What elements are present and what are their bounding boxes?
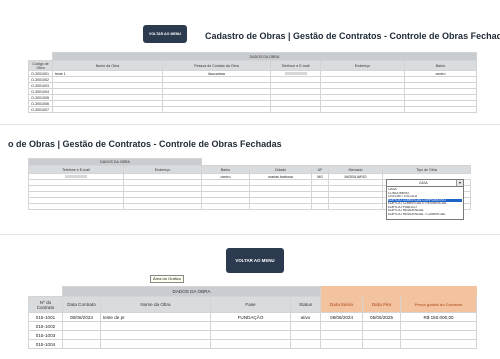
table-row[interactable]: O-3001007	[28, 106, 477, 113]
section-header: DADOS DA OBRA	[52, 52, 477, 61]
col-telefone: Telefone e E-mail	[28, 165, 124, 174]
cell[interactable]: 015-1002	[28, 321, 63, 331]
col-cidade: Cidade	[249, 165, 313, 174]
col-fase: Fase	[210, 296, 291, 313]
column-headers: Telefone e E-mail Endereço Bairro Cidade…	[28, 165, 472, 174]
col-codigo: Código de Obra	[28, 60, 53, 71]
section-header: DADOS DA OBRA	[61, 286, 322, 297]
table-row[interactable]: 015-1001 08/08/2024 teste de pr FUNDAÇÃO…	[28, 312, 478, 322]
back-to-menu-button[interactable]: VOLTAR AO MENU	[143, 25, 187, 43]
panel-1: VOLTAR AO MENU Cadastro de Obras | Gestã…	[0, 0, 500, 113]
cell[interactable]: 08/08/2024	[320, 312, 364, 322]
cell[interactable]: teste de pr	[100, 312, 211, 322]
table-row[interactable]: 015-1002	[28, 321, 478, 331]
col-data-contrato: Data Contrato	[62, 296, 101, 313]
cell[interactable]: 015-1003	[28, 330, 63, 340]
column-headers: Código de Obra Nome da Obra Pessoa de Co…	[28, 60, 477, 71]
col-telefone: Telefone e E-mail	[270, 60, 321, 71]
contratos-table: DADOS DA OBRA Nº do Contrato Data Contra…	[28, 286, 478, 349]
cell[interactable]: 015-1001	[28, 312, 63, 322]
dropdown-list[interactable]: CASA CONDOMINIO CRECHE / ESCOLA EDIFICIO…	[386, 187, 464, 220]
table-row[interactable]: 015-1003	[28, 330, 478, 340]
col-uf: UF	[311, 165, 330, 174]
cell[interactable]: FUNDAÇÃO	[210, 312, 291, 322]
col-preco-global: Preço global do Contrato	[400, 296, 478, 313]
page-title: Cadastro de Obras | Gestão de Contratos …	[205, 31, 500, 41]
cell[interactable]: 05/05/2025	[362, 312, 402, 322]
col-contato: Pessoa de Contato da Obra	[162, 60, 271, 71]
panel-2: o de Obras | Gestão de Contratos - Contr…	[0, 124, 500, 227]
cell[interactable]: R$ 150.000,00	[400, 312, 478, 322]
chevron-down-icon[interactable]: ▾	[456, 180, 463, 186]
col-nome: Nome da Obra	[52, 60, 163, 71]
col-tipo-obra: Tipo de Obra	[382, 165, 472, 174]
col-numero-contrato: Nº do Contrato	[28, 296, 63, 313]
dropdown-value: CASA	[419, 181, 428, 185]
col-data-inicio: Data Início	[320, 296, 364, 313]
col-data-fim: Data Fim	[362, 296, 402, 313]
col-bairro: Bairro	[404, 60, 477, 71]
dropdown-selected[interactable]: CASA ▾	[386, 179, 464, 187]
cell[interactable]: ativo	[289, 312, 322, 322]
col-endereco: Endereço	[320, 60, 405, 71]
cell[interactable]: O-3001007	[28, 106, 53, 113]
column-headers: Nº do Contrato Data Contrato Nome da Obr…	[28, 296, 478, 313]
col-status: Status	[289, 296, 322, 313]
tipo-obra-dropdown[interactable]: CASA ▾ CASA CONDOMINIO CRECHE / ESCOLA E…	[386, 179, 464, 220]
col-bairro: Bairro	[201, 165, 251, 174]
col-mercado: Mercado	[328, 165, 384, 174]
page-title-scrolled: o de Obras | Gestão de Contratos - Contr…	[8, 139, 282, 149]
panel-3: VOLTAR AO MENU Área do Gráfico DADOS DA …	[0, 234, 500, 359]
cell[interactable]: 08/08/2024	[62, 312, 101, 322]
section-header: DADOS DA OBRA	[27, 158, 203, 166]
dropdown-option[interactable]: EDIFICIO RESIDENCIAL / COMERCIAL	[388, 213, 462, 217]
col-nome-obra: Nome da Obra	[100, 296, 211, 313]
back-to-menu-button-2[interactable]: VOLTAR AO MENU	[226, 248, 284, 273]
chart-area-tooltip: Área do Gráfico	[150, 275, 185, 283]
cell[interactable]: 015-1004	[28, 339, 63, 349]
table-row[interactable]: 015-1004	[28, 339, 478, 349]
obras-table: DADOS DA OBRA Código de Obra Nome da Obr…	[28, 52, 477, 113]
col-endereco: Endereço	[122, 165, 203, 174]
